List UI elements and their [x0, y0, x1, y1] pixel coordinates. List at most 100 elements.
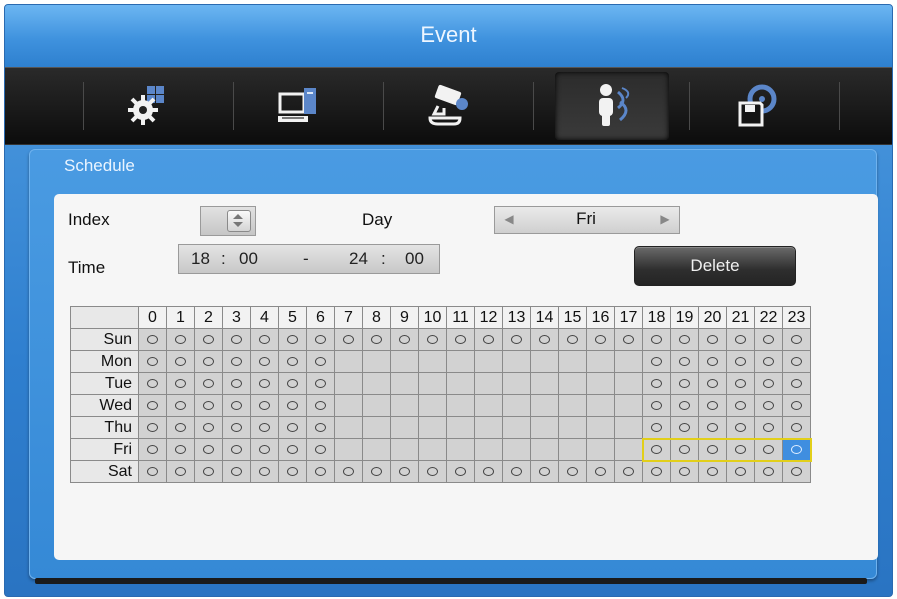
- schedule-cell[interactable]: [278, 350, 307, 373]
- schedule-cell[interactable]: [362, 438, 391, 461]
- schedule-cell[interactable]: [670, 394, 699, 417]
- schedule-cell[interactable]: [334, 460, 363, 483]
- schedule-cell[interactable]: [586, 372, 615, 395]
- day-selector[interactable]: ◀ Fri ▶: [494, 206, 680, 234]
- schedule-cell[interactable]: [278, 328, 307, 351]
- schedule-cell[interactable]: [446, 328, 475, 351]
- tab-system[interactable]: [91, 72, 205, 140]
- schedule-cell[interactable]: [782, 437, 812, 462]
- schedule-cell[interactable]: [530, 460, 559, 483]
- schedule-cell[interactable]: [306, 328, 335, 351]
- schedule-cell[interactable]: [222, 394, 251, 417]
- schedule-cell[interactable]: [642, 350, 671, 373]
- schedule-cell[interactable]: [362, 460, 391, 483]
- schedule-cell[interactable]: [334, 394, 363, 417]
- schedule-cell[interactable]: [278, 416, 307, 439]
- schedule-cell[interactable]: [166, 438, 195, 461]
- schedule-cell[interactable]: [698, 350, 727, 373]
- schedule-cell[interactable]: [250, 416, 279, 439]
- start-hour-field[interactable]: 18: [191, 249, 210, 269]
- schedule-cell[interactable]: [362, 372, 391, 395]
- schedule-cell[interactable]: [306, 394, 335, 417]
- schedule-cell[interactable]: [390, 438, 419, 461]
- schedule-cell[interactable]: [726, 394, 755, 417]
- schedule-cell[interactable]: [558, 460, 587, 483]
- end-minute-field[interactable]: 00: [405, 249, 424, 269]
- schedule-cell[interactable]: [390, 372, 419, 395]
- schedule-cell[interactable]: [670, 437, 699, 462]
- schedule-cell[interactable]: [418, 438, 447, 461]
- schedule-cell[interactable]: [474, 460, 503, 483]
- schedule-cell[interactable]: [138, 438, 167, 461]
- schedule-cell[interactable]: [698, 394, 727, 417]
- schedule-cell[interactable]: [194, 394, 223, 417]
- tab-network[interactable]: [241, 72, 355, 140]
- schedule-cell[interactable]: [530, 372, 559, 395]
- schedule-cell[interactable]: [726, 416, 755, 439]
- schedule-cell[interactable]: [390, 328, 419, 351]
- schedule-cell[interactable]: [250, 394, 279, 417]
- schedule-cell[interactable]: [726, 372, 755, 395]
- schedule-cell[interactable]: [166, 372, 195, 395]
- schedule-cell[interactable]: [502, 328, 531, 351]
- schedule-cell[interactable]: [446, 438, 475, 461]
- schedule-cell[interactable]: [362, 328, 391, 351]
- index-spinner[interactable]: [200, 206, 256, 236]
- schedule-cell[interactable]: [362, 350, 391, 373]
- schedule-cell[interactable]: [558, 394, 587, 417]
- schedule-cell[interactable]: [782, 328, 811, 351]
- schedule-cell[interactable]: [250, 438, 279, 461]
- schedule-cell[interactable]: [446, 350, 475, 373]
- schedule-cell[interactable]: [642, 460, 671, 483]
- schedule-cell[interactable]: [474, 394, 503, 417]
- schedule-cell[interactable]: [334, 438, 363, 461]
- schedule-cell[interactable]: [306, 460, 335, 483]
- schedule-cell[interactable]: [390, 460, 419, 483]
- schedule-cell[interactable]: [642, 372, 671, 395]
- schedule-cell[interactable]: [306, 438, 335, 461]
- schedule-cell[interactable]: [390, 350, 419, 373]
- schedule-cell[interactable]: [502, 372, 531, 395]
- schedule-cell[interactable]: [418, 328, 447, 351]
- tab-event[interactable]: [555, 72, 669, 140]
- schedule-cell[interactable]: [502, 416, 531, 439]
- schedule-cell[interactable]: [138, 350, 167, 373]
- tab-camera[interactable]: [391, 72, 505, 140]
- schedule-cell[interactable]: [418, 372, 447, 395]
- schedule-cell[interactable]: [362, 394, 391, 417]
- schedule-cell[interactable]: [250, 372, 279, 395]
- schedule-cell[interactable]: [642, 416, 671, 439]
- delete-button[interactable]: Delete: [634, 246, 796, 286]
- schedule-cell[interactable]: [670, 350, 699, 373]
- schedule-cell[interactable]: [698, 416, 727, 439]
- schedule-cell[interactable]: [278, 460, 307, 483]
- schedule-cell[interactable]: [138, 460, 167, 483]
- schedule-cell[interactable]: [642, 328, 671, 351]
- schedule-cell[interactable]: [278, 394, 307, 417]
- schedule-cell[interactable]: [726, 328, 755, 351]
- schedule-cell[interactable]: [306, 372, 335, 395]
- schedule-cell[interactable]: [474, 350, 503, 373]
- schedule-cell[interactable]: [698, 437, 727, 462]
- schedule-cell[interactable]: [474, 438, 503, 461]
- schedule-cell[interactable]: [670, 416, 699, 439]
- schedule-cell[interactable]: [614, 438, 643, 461]
- day-prev-icon[interactable]: ◀: [499, 210, 519, 229]
- start-minute-field[interactable]: 00: [239, 249, 258, 269]
- schedule-cell[interactable]: [194, 460, 223, 483]
- schedule-cell[interactable]: [698, 328, 727, 351]
- schedule-cell[interactable]: [222, 350, 251, 373]
- schedule-cell[interactable]: [194, 438, 223, 461]
- schedule-cell[interactable]: [418, 394, 447, 417]
- schedule-cell[interactable]: [166, 416, 195, 439]
- schedule-cell[interactable]: [138, 372, 167, 395]
- schedule-cell[interactable]: [166, 460, 195, 483]
- schedule-cell[interactable]: [586, 460, 615, 483]
- schedule-cell[interactable]: [194, 328, 223, 351]
- schedule-cell[interactable]: [166, 328, 195, 351]
- schedule-cell[interactable]: [726, 460, 755, 483]
- schedule-cell[interactable]: [474, 372, 503, 395]
- schedule-cell[interactable]: [726, 350, 755, 373]
- schedule-cell[interactable]: [586, 328, 615, 351]
- schedule-cell[interactable]: [558, 350, 587, 373]
